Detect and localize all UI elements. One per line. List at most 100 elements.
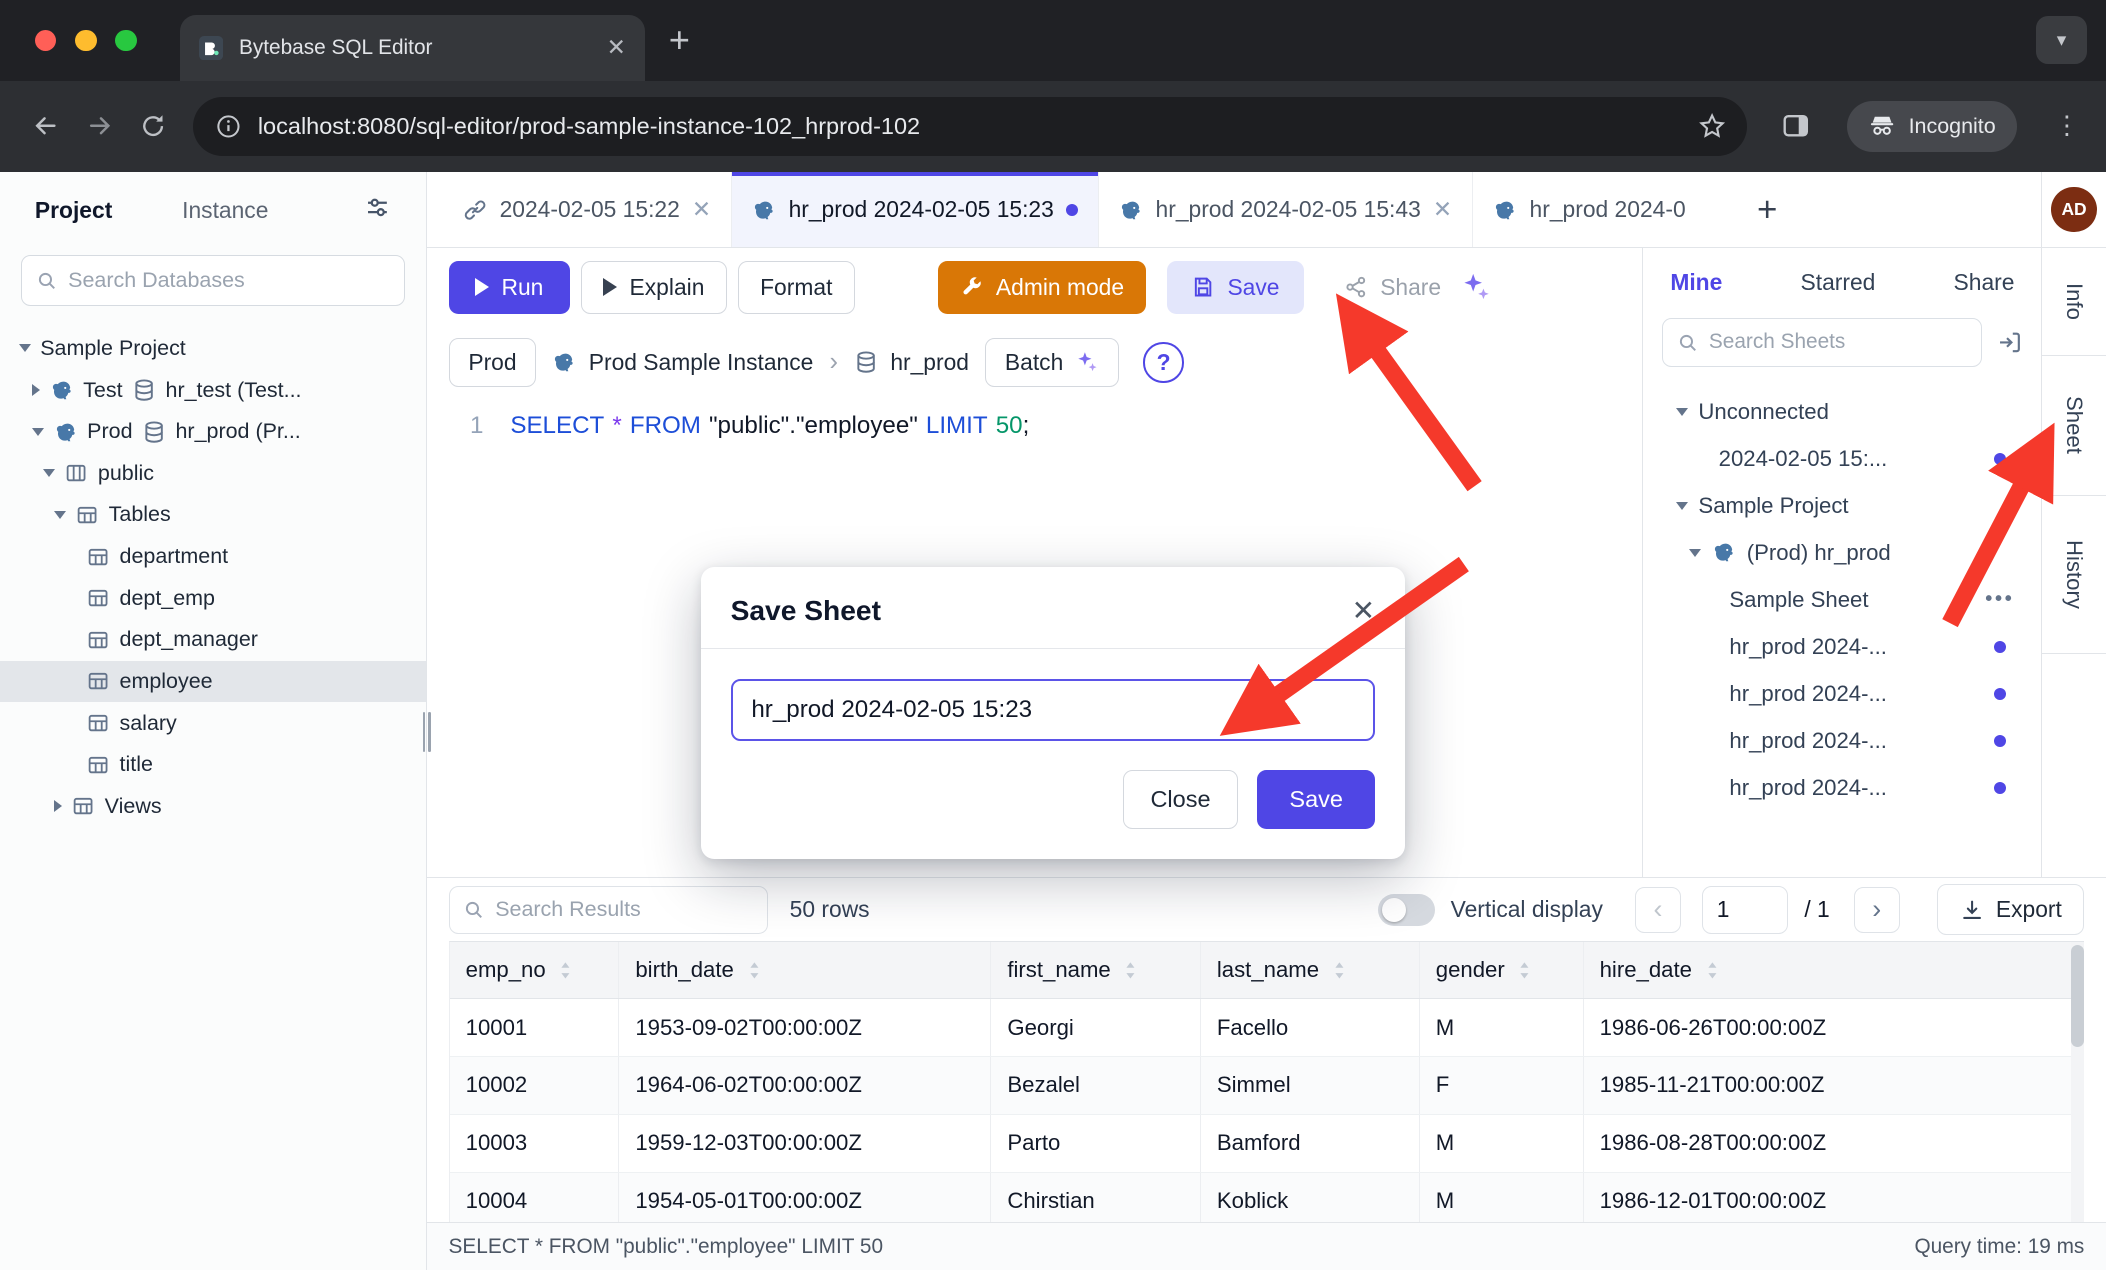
close-tab-icon[interactable]: ✕ <box>692 196 711 223</box>
sidebar-resize-handle[interactable] <box>421 712 433 752</box>
tab-sheet[interactable]: Sheet <box>2042 356 2105 496</box>
tree-item-table-department[interactable]: department <box>0 536 426 578</box>
address-bar[interactable]: localhost:8080/sql-editor/prod-sample-in… <box>193 97 1747 156</box>
editor-tab-1[interactable]: 2024-02-05 15:22 ✕ <box>443 172 732 248</box>
chevron-right-icon[interactable] <box>32 384 40 396</box>
editor-tab-3[interactable]: hr_prod 2024-02-05 15:43 ✕ <box>1099 172 1473 248</box>
format-button[interactable]: Format <box>738 261 855 315</box>
sort-icon[interactable] <box>745 961 764 980</box>
bookmark-star-icon[interactable] <box>1698 112 1726 140</box>
sheet-search-input[interactable] <box>1709 330 1968 354</box>
dialog-close-button[interactable]: Close <box>1123 770 1239 829</box>
close-dialog-icon[interactable]: ✕ <box>1352 596 1376 624</box>
sheet-group-unconnected[interactable]: Unconnected <box>1643 388 2041 435</box>
sheet-item-sample-sheet[interactable]: Sample Sheet ••• <box>1643 576 2041 623</box>
vertical-display-toggle[interactable] <box>1378 894 1434 926</box>
sheet-item[interactable]: hr_prod 2024-... <box>1643 670 2041 717</box>
sort-icon[interactable] <box>1703 961 1722 980</box>
tree-item-schema-public[interactable]: public <box>0 453 426 495</box>
breadcrumb-database[interactable]: hr_prod <box>854 349 969 376</box>
tab-project[interactable]: Project <box>35 197 112 224</box>
sheet-search-box[interactable] <box>1662 318 1982 366</box>
share-button[interactable]: Share <box>1331 261 1455 315</box>
admin-mode-button[interactable]: Admin mode <box>938 261 1145 315</box>
export-button[interactable]: Export <box>1937 884 2084 935</box>
chevron-down-icon[interactable] <box>1676 408 1688 416</box>
tree-item-table-salary[interactable]: salary <box>0 702 426 744</box>
sheet-db-node[interactable]: (Prod) hr_prod <box>1643 529 2041 576</box>
tree-item-table-dept-emp[interactable]: dept_emp <box>0 577 426 619</box>
table-row[interactable]: 100011953-09-02T00:00:00ZGeorgiFacelloM1… <box>450 999 2084 1057</box>
collapse-panel-icon[interactable] <box>1996 329 2023 356</box>
tab-mine[interactable]: Mine <box>1670 269 1722 296</box>
run-button[interactable]: Run <box>449 261 571 315</box>
editor-tab-4[interactable]: hr_prod 2024-0 <box>1473 172 1739 248</box>
sheet-item[interactable]: 2024-02-05 15:... <box>1643 435 2041 482</box>
table-scrollbar[interactable] <box>2071 942 2084 1222</box>
column-header[interactable]: gender <box>1419 942 1583 998</box>
tree-item-test-database[interactable]: Test hr_test (Test... <box>0 369 426 411</box>
chevron-down-icon[interactable] <box>1676 502 1688 510</box>
explain-button[interactable]: Explain <box>581 261 727 315</box>
tab-shared[interactable]: Share <box>1954 269 2015 296</box>
tab-history[interactable]: History <box>2042 496 2105 654</box>
sheet-item[interactable]: hr_prod 2024-... <box>1643 717 2041 764</box>
batch-button[interactable]: Batch <box>985 338 1119 386</box>
site-info-icon[interactable] <box>215 113 242 140</box>
column-header[interactable]: emp_no <box>450 942 619 998</box>
editor-tab-2-active[interactable]: hr_prod 2024-02-05 15:23 <box>732 172 1099 248</box>
database-search-box[interactable] <box>21 255 404 306</box>
url-text[interactable]: localhost:8080/sql-editor/prod-sample-in… <box>258 113 1682 140</box>
maximize-window-button[interactable] <box>115 30 136 51</box>
database-search-input[interactable] <box>68 268 390 293</box>
help-button[interactable]: ? <box>1143 342 1183 382</box>
new-tab-button[interactable]: + <box>669 22 690 58</box>
sort-icon[interactable] <box>556 961 575 980</box>
tree-item-table-dept-manager[interactable]: dept_manager <box>0 619 426 661</box>
minimize-window-button[interactable] <box>75 30 96 51</box>
save-button[interactable]: Save <box>1167 261 1304 315</box>
close-window-button[interactable] <box>35 30 56 51</box>
dialog-save-button[interactable]: Save <box>1257 770 1375 829</box>
tab-info[interactable]: Info <box>2042 248 2105 355</box>
chevron-down-icon[interactable] <box>32 428 44 436</box>
chevron-down-icon[interactable] <box>1689 549 1701 557</box>
next-page-button[interactable]: › <box>1854 887 1900 933</box>
tree-item-prod-database[interactable]: Prod hr_prod (Pr... <box>0 411 426 453</box>
tree-item-views-group[interactable]: Views <box>0 786 426 828</box>
environment-chip[interactable]: Prod <box>449 338 537 386</box>
sheet-item[interactable]: hr_prod 2024-... <box>1643 764 2041 811</box>
reload-button[interactable] <box>126 99 180 153</box>
column-header[interactable]: birth_date <box>619 942 991 998</box>
table-row[interactable]: 100021964-06-02T00:00:00ZBezalelSimmelF1… <box>450 1057 2084 1115</box>
sidebar-filter-button[interactable] <box>364 194 391 227</box>
close-tab-icon[interactable]: ✕ <box>607 34 626 61</box>
scrollbar-thumb[interactable] <box>2071 945 2084 1047</box>
add-tab-button[interactable]: + <box>1739 172 1795 248</box>
table-row[interactable]: 100041954-05-01T00:00:00ZChirstianKoblic… <box>450 1172 2084 1222</box>
sort-icon[interactable] <box>1121 961 1140 980</box>
tree-item-project[interactable]: Sample Project <box>0 328 426 370</box>
chevron-down-icon[interactable] <box>19 344 31 352</box>
close-tab-icon[interactable]: ✕ <box>1433 196 1452 223</box>
chevron-down-icon[interactable] <box>54 511 66 519</box>
sheet-group-project[interactable]: Sample Project <box>1643 482 2041 529</box>
more-actions-icon[interactable]: ••• <box>1985 588 2014 611</box>
sheet-name-input[interactable] <box>731 679 1376 741</box>
tree-item-table-employee[interactable]: employee <box>0 661 426 703</box>
forward-button[interactable] <box>73 99 127 153</box>
tree-item-table-title[interactable]: title <box>0 744 426 786</box>
results-search-box[interactable] <box>449 886 769 934</box>
user-avatar[interactable]: AD <box>2051 187 2097 233</box>
table-row[interactable]: 100031959-12-03T00:00:00ZPartoBamfordM19… <box>450 1114 2084 1172</box>
breadcrumb-instance[interactable]: Prod Sample Instance <box>552 349 813 376</box>
column-header[interactable]: hire_date <box>1583 942 2084 998</box>
ai-sparkle-button[interactable] <box>1460 271 1492 303</box>
tab-search-button[interactable]: ▾ <box>2036 16 2087 64</box>
column-header[interactable]: first_name <box>991 942 1201 998</box>
sort-icon[interactable] <box>1330 961 1349 980</box>
tab-starred[interactable]: Starred <box>1801 269 1876 296</box>
tree-item-tables-group[interactable]: Tables <box>0 494 426 536</box>
back-button[interactable] <box>19 99 73 153</box>
prev-page-button[interactable]: ‹ <box>1635 887 1681 933</box>
